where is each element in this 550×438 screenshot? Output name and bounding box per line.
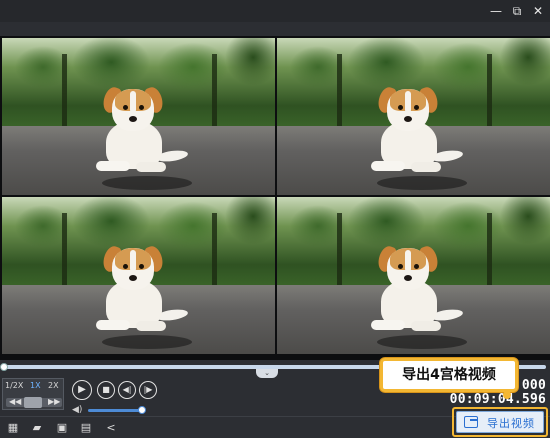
folder-open-icon[interactable]: ▰ bbox=[30, 421, 44, 435]
tooltip-text: 导出4宫格视频 bbox=[402, 367, 496, 383]
video-editor-window: — ⧉ ✕ ⌄ 1/2X 1X 2X ◀◀ ▶▶ ▶ ■ ◀| |▶ ◀) 00… bbox=[0, 0, 550, 438]
save-icon[interactable]: ▣ bbox=[55, 421, 69, 435]
export-grid-tooltip: 导出4宫格视频 bbox=[380, 358, 518, 392]
next-frame-button[interactable]: |▶ bbox=[139, 381, 157, 399]
speed-selector: 1/2X 1X 2X ◀◀ ▶▶ bbox=[2, 378, 64, 410]
stop-button[interactable]: ■ bbox=[97, 381, 115, 399]
rewind-icon[interactable]: ◀◀ bbox=[9, 397, 21, 406]
video-tile-1 bbox=[2, 38, 275, 195]
restore-icon[interactable]: ⧉ bbox=[509, 3, 525, 19]
speed-slider[interactable]: ◀◀ ▶▶ bbox=[6, 397, 62, 408]
fast-forward-icon[interactable]: ▶▶ bbox=[48, 397, 60, 406]
chevron-down-icon[interactable]: ⌄ bbox=[256, 369, 278, 378]
video-tile-2 bbox=[277, 38, 550, 195]
film-icon[interactable]: ▦ bbox=[6, 421, 20, 435]
export-video-button[interactable]: 导出视频 bbox=[456, 411, 544, 433]
export-icon bbox=[464, 416, 478, 428]
export-video-label: 导出视频 bbox=[487, 417, 535, 430]
speed-1x-button[interactable]: 1X bbox=[30, 381, 41, 390]
volume-icon[interactable]: ◀) bbox=[72, 405, 82, 415]
speed-slider-thumb[interactable] bbox=[24, 397, 42, 408]
prev-frame-button[interactable]: ◀| bbox=[118, 381, 136, 399]
speed-2x-button[interactable]: 2X bbox=[48, 381, 59, 390]
speed-half-button[interactable]: 1/2X bbox=[5, 381, 23, 390]
close-icon[interactable]: ✕ bbox=[530, 3, 546, 19]
timeline-playhead[interactable] bbox=[0, 363, 8, 371]
current-time: 00:09:04.596 bbox=[449, 392, 546, 407]
minimize-icon[interactable]: — bbox=[488, 3, 504, 19]
dog-image bbox=[84, 242, 194, 342]
volume-slider-thumb[interactable] bbox=[138, 406, 146, 414]
total-time: 000 bbox=[521, 378, 546, 393]
dog-image bbox=[359, 242, 469, 342]
share-icon[interactable]: < bbox=[104, 421, 118, 435]
video-tile-3 bbox=[2, 197, 275, 354]
video-preview-grid bbox=[0, 36, 550, 360]
video-tile-4 bbox=[277, 197, 550, 354]
dog-image bbox=[84, 83, 194, 183]
volume-slider[interactable] bbox=[88, 409, 142, 412]
title-bar: — ⧉ ✕ bbox=[0, 0, 550, 22]
play-button[interactable]: ▶ bbox=[72, 380, 92, 400]
save-as-icon[interactable]: ▤ bbox=[79, 421, 93, 435]
tooltip-pointer bbox=[503, 391, 511, 399]
dog-image bbox=[359, 83, 469, 183]
